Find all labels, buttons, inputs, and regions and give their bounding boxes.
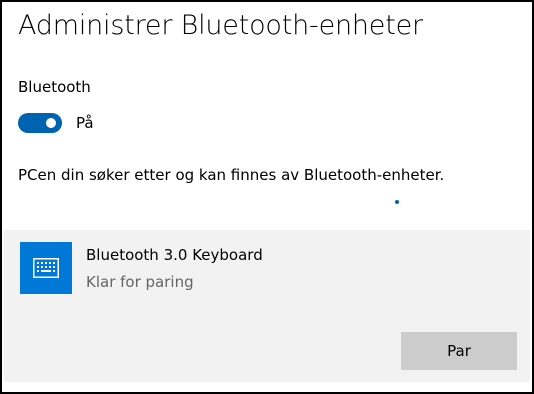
bluetooth-settings-window: Administrer Bluetooth-enheter Bluetooth … [0, 0, 534, 394]
pair-button[interactable]: Par [401, 332, 517, 370]
discovery-status-text: PCen din søker etter og kan finnes av Bl… [18, 166, 445, 184]
bluetooth-toggle-switch[interactable] [18, 113, 62, 133]
page-title: Administrer Bluetooth-enheter [18, 10, 423, 41]
toggle-state-label: På [76, 114, 94, 132]
bluetooth-label: Bluetooth [18, 78, 91, 96]
device-list-panel: Bluetooth 3.0 Keyboard Klar for paring P… [4, 230, 530, 382]
toggle-knob [46, 118, 56, 128]
searching-progress-indicator [395, 200, 399, 204]
device-status: Klar for paring [86, 273, 194, 291]
bluetooth-toggle-row: På [18, 113, 94, 133]
keyboard-icon [20, 242, 72, 294]
device-name: Bluetooth 3.0 Keyboard [86, 246, 263, 264]
device-list-item[interactable]: Bluetooth 3.0 Keyboard Klar for paring [4, 230, 530, 316]
